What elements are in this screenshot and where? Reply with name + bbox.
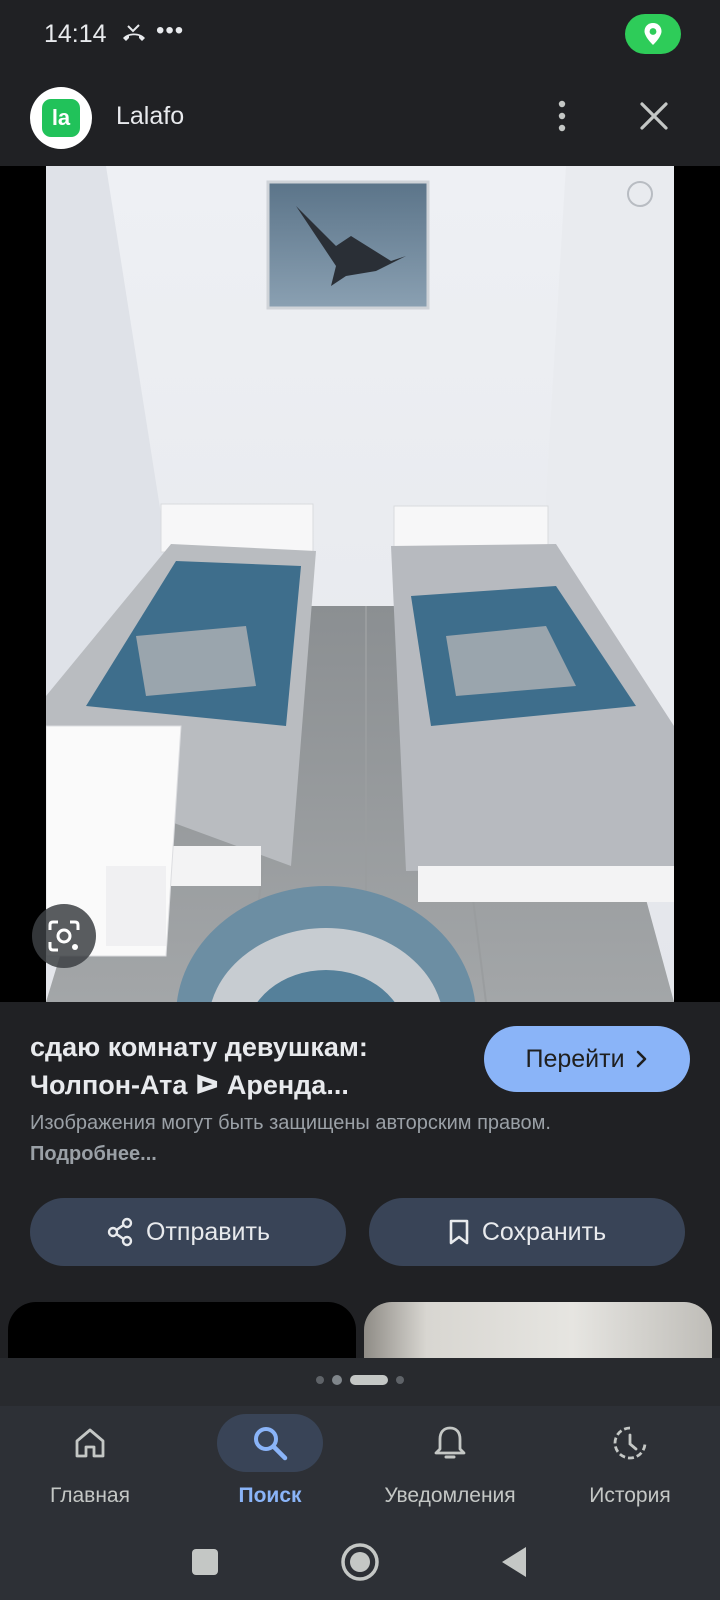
nav-item-home[interactable]: Главная <box>0 1406 180 1524</box>
source-header: la Lalafo <box>0 80 720 164</box>
nav-item-history[interactable]: История <box>540 1406 720 1524</box>
status-time: 14:14 <box>44 20 107 48</box>
nav-label-home: Главная <box>50 1484 130 1507</box>
carousel-dot <box>316 1376 324 1384</box>
carousel-dot-active <box>350 1375 388 1385</box>
site-logo[interactable]: la <box>30 87 92 149</box>
nav-item-search[interactable]: Поиск <box>180 1406 360 1524</box>
visit-button[interactable]: Перейти <box>484 1026 690 1092</box>
missed-call-icon <box>123 24 145 41</box>
bell-icon <box>434 1426 466 1459</box>
result-title[interactable]: сдаю комнату девушкам: Чолпон-Ата ᐅ Арен… <box>30 1028 450 1104</box>
image-preview[interactable] <box>0 166 720 1002</box>
search-icon <box>254 1427 288 1461</box>
site-name[interactable]: Lalafo <box>116 102 184 131</box>
close-icon[interactable] <box>634 96 674 136</box>
page: 14:14 ••• la Lalafo сдаю комнату девушка… <box>0 0 720 1600</box>
result-title-line-2: Чолпон-Ата ᐅ Аренда... <box>30 1070 349 1100</box>
nav-label-search: Поиск <box>238 1484 302 1507</box>
copyright-notice: Изображения могут быть защищены авторски… <box>30 1108 670 1170</box>
nav-icon-container <box>37 1414 143 1472</box>
nav-label-notifications: Уведомления <box>384 1484 516 1507</box>
circle-icon <box>341 1543 379 1581</box>
related-image-1[interactable] <box>8 1302 356 1358</box>
bookmark-icon <box>449 1219 469 1245</box>
home-icon <box>75 1428 105 1458</box>
location-indicator[interactable] <box>625 14 681 54</box>
location-pin-icon <box>644 23 662 45</box>
history-icon <box>613 1426 647 1460</box>
nav-icon-container <box>397 1414 503 1472</box>
system-navigation-bar <box>0 1524 720 1600</box>
nav-label-history: История <box>589 1484 671 1507</box>
back-button[interactable] <box>492 1540 536 1584</box>
more-options-icon[interactable] <box>546 96 578 136</box>
recents-button[interactable] <box>183 1540 227 1584</box>
related-image-2[interactable] <box>364 1302 712 1358</box>
result-title-line-1: сдаю комнату девушкам: <box>30 1032 368 1062</box>
save-button-label: Сохранить <box>481 1217 607 1246</box>
back-triangle-icon <box>502 1547 526 1577</box>
copyright-text: Изображения могут быть защищены авторски… <box>30 1112 551 1134</box>
lalafo-logo: la <box>42 99 80 137</box>
lens-icon <box>48 920 80 952</box>
more-notifications-icon: ••• <box>156 17 185 44</box>
nav-item-notifications[interactable]: Уведомления <box>360 1406 540 1524</box>
nav-icon-container <box>577 1414 683 1472</box>
room-photo <box>46 166 674 1002</box>
learn-more-link[interactable]: Подробнее... <box>30 1143 157 1165</box>
share-icon <box>107 1217 133 1247</box>
carousel-dots <box>0 1375 720 1385</box>
carousel-dot <box>332 1375 342 1385</box>
home-button[interactable] <box>338 1540 382 1584</box>
share-button[interactable]: Отправить <box>30 1198 346 1266</box>
status-bar: 14:14 ••• <box>0 0 720 70</box>
google-lens-button[interactable] <box>32 904 96 968</box>
square-icon <box>192 1549 218 1575</box>
carousel-dot <box>396 1376 404 1384</box>
save-button[interactable]: Сохранить <box>369 1198 685 1266</box>
share-button-label: Отправить <box>146 1217 270 1246</box>
nav-icon-container <box>217 1414 323 1472</box>
visit-button-label: Перейти <box>525 1044 625 1073</box>
bottom-nav: Главная Поиск Уведомления История <box>0 1406 720 1524</box>
chevron-right-icon <box>636 1050 646 1068</box>
